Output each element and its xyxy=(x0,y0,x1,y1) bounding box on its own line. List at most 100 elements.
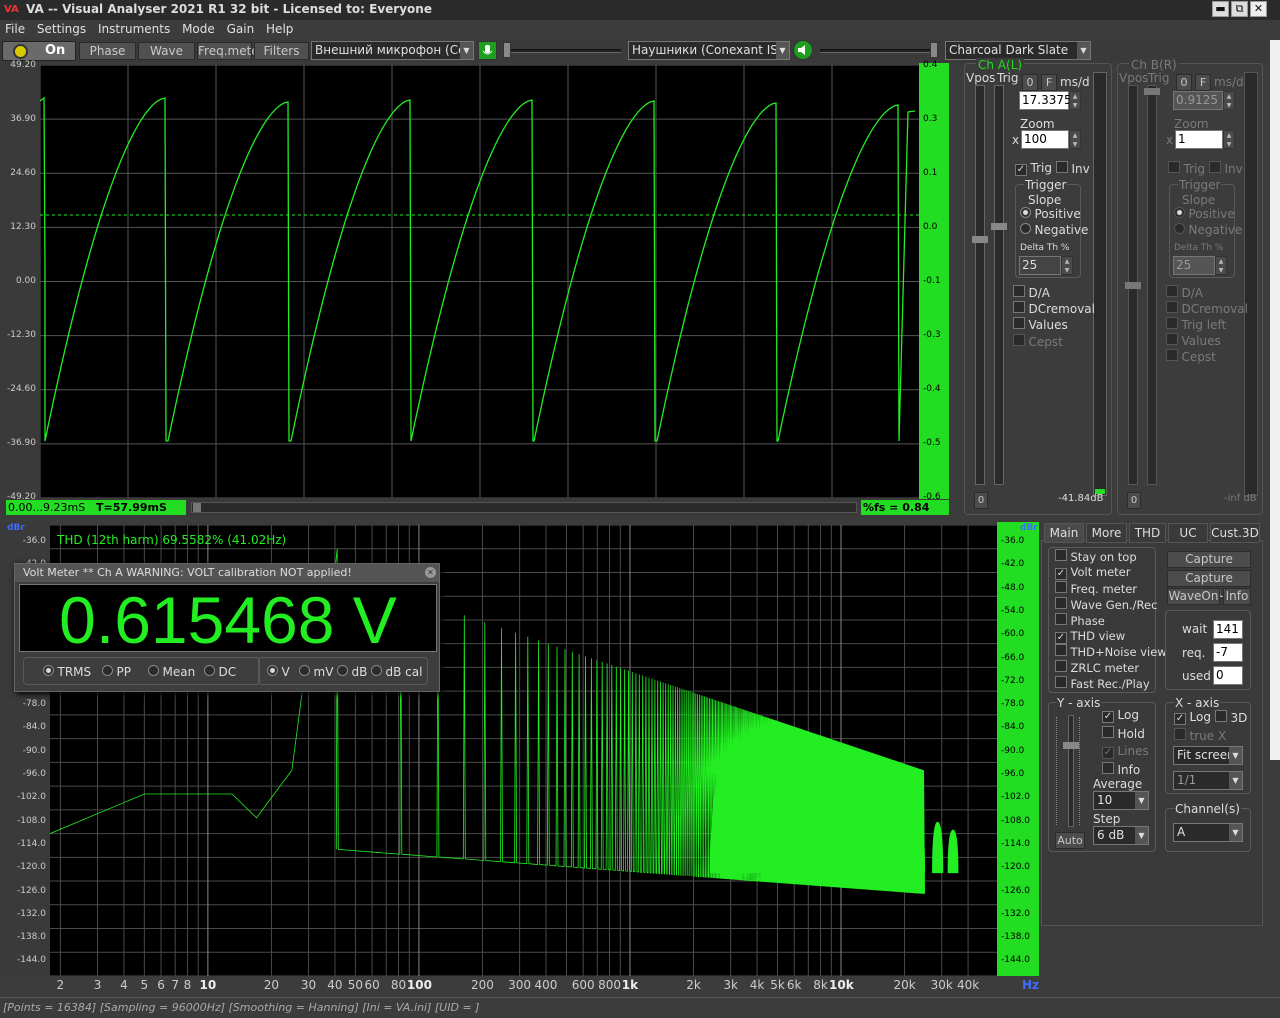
step-select[interactable]: 6 dB ▼ xyxy=(1093,826,1149,845)
ch-b-values-check[interactable]: Values xyxy=(1166,333,1221,348)
trig-thumb-b[interactable] xyxy=(1144,88,1160,95)
ch-a-inv-check[interactable]: Inv xyxy=(1056,161,1090,176)
close-button[interactable]: ✕ xyxy=(1250,1,1267,17)
restore-button[interactable]: ⧉ xyxy=(1231,1,1248,17)
menu-help[interactable]: Help xyxy=(266,22,293,36)
mode-dc-radio[interactable]: DC xyxy=(204,665,236,679)
input-volume-thumb[interactable] xyxy=(503,42,511,58)
option-checkbox[interactable]: Wave Gen./Rec xyxy=(1055,596,1157,612)
ch-a-da-check[interactable]: D/A xyxy=(1013,285,1050,300)
ch-a-reset-button[interactable]: 0 xyxy=(974,492,988,509)
x-3d-check[interactable]: 3D xyxy=(1215,710,1247,725)
capture-scope-button[interactable]: Capture scope xyxy=(1167,551,1251,581)
ch-b-positive-radio[interactable]: Positive xyxy=(1174,207,1235,221)
tab-uc[interactable]: UC xyxy=(1168,523,1208,543)
y-lines-check[interactable]: ✓ Lines xyxy=(1102,744,1149,759)
true-x-check[interactable]: true X xyxy=(1174,728,1226,743)
ch-b-zoom-spinner[interactable]: ▲ ▼ xyxy=(1223,130,1235,149)
freqmeter-button[interactable]: Freq.meter xyxy=(197,42,264,60)
option-checkbox[interactable]: ✓ Volt meter xyxy=(1055,565,1130,580)
option-checkbox[interactable]: Freq. meter xyxy=(1055,580,1137,596)
menu-settings[interactable]: Settings xyxy=(37,22,86,36)
ch-b-delta-spinner[interactable]: ▲ ▼ xyxy=(1215,256,1227,275)
y-info-check[interactable]: Info xyxy=(1102,762,1140,777)
option-checkbox[interactable]: ✓ THD view xyxy=(1055,629,1125,644)
average-select[interactable]: 10 ▼ xyxy=(1093,791,1149,810)
tab-main[interactable]: Main xyxy=(1044,523,1084,543)
y-hold-check[interactable]: Hold xyxy=(1102,726,1145,741)
input-device-select[interactable]: Внешний микрофон (Conexa▼ xyxy=(311,41,474,60)
ch-a-msd-input[interactable]: 17.3375 xyxy=(1019,91,1072,110)
on-button[interactable]: On xyxy=(2,41,76,61)
output-device-select[interactable]: Наушники (Conexant ISST Au▼ xyxy=(628,41,790,60)
unit-mv-radio[interactable]: mV xyxy=(299,665,333,679)
capture-spectrum-button[interactable]: Capture spectrum xyxy=(1167,570,1251,600)
ch-a-delta-spinner[interactable]: ▲ ▼ xyxy=(1061,256,1073,275)
input-volume-slider[interactable] xyxy=(503,49,621,53)
option-checkbox[interactable]: Fast Rec./Play xyxy=(1055,676,1150,691)
ch-a-dcremoval-check[interactable]: DCremoval xyxy=(1013,301,1095,316)
ch-b-msd-input[interactable]: 0.9125 xyxy=(1173,91,1223,110)
ch-a-negative-radio[interactable]: Negative xyxy=(1020,223,1088,237)
auto-button[interactable]: Auto xyxy=(1055,832,1085,849)
ch-a-zoom-spinner[interactable]: ▲ ▼ xyxy=(1069,130,1081,149)
ch-a-zoom-input[interactable]: 100 xyxy=(1021,130,1069,149)
output-volume-thumb[interactable] xyxy=(930,42,938,58)
vpos-thumb-b[interactable] xyxy=(1125,282,1141,289)
scope-scroll-thumb[interactable] xyxy=(193,503,201,512)
ch-b-zero-button[interactable]: 0 xyxy=(1176,74,1192,91)
option-checkbox[interactable]: Phase xyxy=(1055,612,1105,628)
ch-b-zoom-input[interactable]: 1 xyxy=(1175,130,1223,149)
wave-button[interactable]: Wave xyxy=(138,42,195,60)
microphone-icon[interactable] xyxy=(478,41,497,60)
trig-slider-b[interactable] xyxy=(1144,85,1160,485)
ch-a-zero-button[interactable]: 0 xyxy=(1022,74,1038,91)
vpos-slider-a[interactable] xyxy=(972,85,988,485)
unit-db-radio[interactable]: dB xyxy=(337,665,367,679)
x-log-check[interactable]: ✓ Log xyxy=(1174,710,1211,725)
tab-thd[interactable]: THD xyxy=(1129,523,1166,543)
ch-b-msd-spinner[interactable]: ▲ ▼ xyxy=(1223,91,1235,110)
vpos-thumb-a[interactable] xyxy=(972,236,988,243)
vpos-slider-b[interactable] xyxy=(1125,85,1141,485)
ch-b-negative-radio[interactable]: Negative xyxy=(1174,223,1242,237)
fit-screen-select[interactable]: Fit screen ▼ xyxy=(1173,746,1243,765)
info-button[interactable]: Info xyxy=(1223,588,1251,605)
ch-b-reset-button[interactable]: 0 xyxy=(1127,492,1141,509)
option-checkbox[interactable]: Stay on top xyxy=(1055,549,1137,564)
trig-slider-a[interactable] xyxy=(991,85,1007,485)
ch-b-trig-check[interactable]: Trig xyxy=(1168,161,1205,176)
mode-trms-radio[interactable]: TRMS xyxy=(43,665,91,679)
menu-file[interactable]: File xyxy=(5,22,25,36)
channel-select[interactable]: A ▼ xyxy=(1173,823,1243,842)
unit-v-radio[interactable]: V xyxy=(267,665,290,679)
waveon-button[interactable]: WaveOn xyxy=(1167,588,1220,605)
ch-a-delta-input[interactable]: 25 xyxy=(1019,256,1061,275)
tab-more[interactable]: More xyxy=(1086,523,1127,543)
option-checkbox[interactable]: ZRLC meter xyxy=(1055,660,1139,675)
scope-scrollbar[interactable] xyxy=(191,502,857,513)
ch-a-positive-radio[interactable]: Positive xyxy=(1020,207,1081,221)
ch-a-trig-check[interactable]: ✓ Trig xyxy=(1015,161,1052,176)
ch-a-msd-spinner[interactable]: ▲ ▼ xyxy=(1069,91,1081,110)
filters-button[interactable]: Filters xyxy=(254,42,309,60)
voltmeter-close-icon[interactable]: ✕ xyxy=(425,567,436,578)
unit-dbcal-radio[interactable]: dB cal xyxy=(371,665,422,679)
ch-b-trigleft-check[interactable]: Trig left xyxy=(1166,317,1226,332)
option-checkbox[interactable]: THD+Noise view xyxy=(1055,644,1167,659)
mode-pp-radio[interactable]: PP xyxy=(102,665,131,679)
trig-thumb-a[interactable] xyxy=(991,223,1007,230)
y-log-check[interactable]: ✓ Log xyxy=(1102,708,1139,723)
ch-a-cepst-check[interactable]: Cepst xyxy=(1013,334,1063,349)
y-axis-thumb[interactable] xyxy=(1063,742,1079,749)
menu-instruments[interactable]: Instruments xyxy=(98,22,170,36)
ch-b-delta-input[interactable]: 25 xyxy=(1173,256,1215,275)
phase-button[interactable]: Phase xyxy=(79,42,136,60)
ch-b-f-button[interactable]: F xyxy=(1195,74,1211,91)
ch-b-da-check[interactable]: D/A xyxy=(1166,285,1203,300)
speaker-icon[interactable] xyxy=(793,40,813,60)
voltmeter-titlebar[interactable]: Volt Meter ** Ch A WARNING: VOLT calibra… xyxy=(15,564,439,582)
menu-gain[interactable]: Gain xyxy=(227,22,255,36)
ch-a-values-check[interactable]: Values xyxy=(1013,317,1068,332)
tab-cust3d[interactable]: Cust.3D xyxy=(1210,523,1260,543)
